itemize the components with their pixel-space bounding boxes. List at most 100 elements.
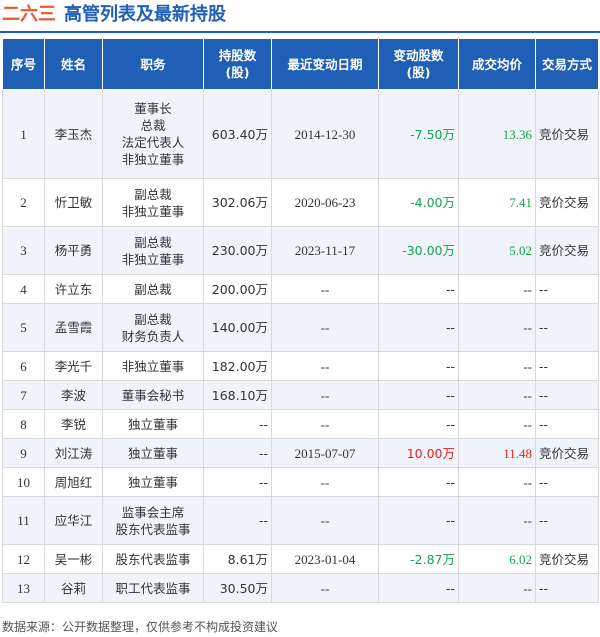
table-row: 4 许立东 副总裁 200.00万 -- -- -- --: [2, 274, 599, 304]
executive-position: 职工代表监事: [102, 573, 204, 603]
column-header: 姓名: [44, 38, 103, 90]
column-header: 变动股数 (股): [378, 38, 459, 90]
executive-position: 董事会秘书: [102, 380, 204, 410]
position-line: 总裁: [140, 118, 166, 133]
position-line: 财务负责人: [121, 328, 185, 344]
trade-mode: --: [535, 303, 599, 352]
position-line: 股东代表监事: [115, 521, 191, 537]
executive-name: 刘江涛: [44, 438, 103, 468]
avg-price: --: [458, 351, 536, 381]
holding-shares: 302.06万: [203, 178, 272, 227]
column-header: 序号: [2, 38, 45, 90]
position-line: 独立董事: [127, 445, 178, 461]
table-row: 11 应华江 监事会主席 股东代表监事 -- -- -- -- --: [2, 496, 599, 545]
executive-name: 李光千: [44, 351, 103, 381]
last-change-date: --: [271, 573, 379, 603]
last-change-date: --: [271, 351, 379, 381]
executive-name: 李锐: [44, 409, 103, 439]
data-source-note: 数据来源：公开数据整理，仅供参考不构成投资建议: [2, 620, 279, 634]
executive-position: 副总裁: [102, 274, 204, 304]
title-divider: [0, 31, 600, 33]
executives-table: 序号 姓名 职务 持股数 (股) 最近变动日期 变动股数 (股) 成交均价 交易方式…: [2, 38, 599, 603]
avg-price: --: [458, 274, 536, 304]
executive-position: 独立董事: [102, 409, 204, 439]
executive-position: 非独立董事: [102, 351, 204, 381]
executive-position: 副总裁 财务负责人: [102, 303, 204, 352]
last-change-date: 2014-12-30: [271, 89, 379, 179]
executive-name: 忻卫敏: [44, 178, 103, 227]
avg-price: --: [458, 496, 536, 545]
avg-price: 7.41: [458, 178, 536, 227]
position-line: 股东代表监事: [115, 551, 191, 567]
trade-mode: --: [535, 573, 599, 603]
executive-name: 许立东: [44, 274, 103, 304]
avg-price: --: [458, 380, 536, 410]
row-index: 5: [2, 303, 45, 352]
row-index: 10: [2, 467, 45, 497]
holding-shares: 168.10万: [203, 380, 272, 410]
row-index: 6: [2, 351, 45, 381]
holding-shares: 182.00万: [203, 351, 272, 381]
executive-position: 副总裁 非独立董事: [102, 226, 204, 275]
holding-shares: 8.61万: [203, 544, 272, 574]
position-line: 非独立董事: [121, 152, 185, 167]
change-shares: --: [378, 380, 459, 410]
executive-name: 周旭红: [44, 467, 103, 497]
page-title: 二六三 高管列表及最新持股: [2, 3, 226, 27]
position-line: 董事会秘书: [121, 387, 185, 403]
position-line: 副总裁: [134, 234, 172, 250]
holding-shares: 603.40万: [203, 89, 272, 179]
executive-name: 谷莉: [44, 573, 103, 603]
trade-mode: --: [535, 467, 599, 497]
column-header: 成交均价: [458, 38, 536, 90]
column-header: 最近变动日期: [271, 38, 379, 90]
last-change-date: --: [271, 409, 379, 439]
row-index: 4: [2, 274, 45, 304]
change-shares: --: [378, 496, 459, 545]
change-shares: 10.00万: [378, 438, 459, 468]
avg-price: 6.02: [458, 544, 536, 574]
avg-price: --: [458, 303, 536, 352]
trade-mode: 竞价交易: [535, 544, 599, 574]
executive-position: 独立董事: [102, 467, 204, 497]
trade-mode: 竞价交易: [535, 89, 599, 179]
table-row: 6 李光千 非独立董事 182.00万 -- -- -- --: [2, 351, 599, 381]
last-change-date: --: [271, 467, 379, 497]
last-change-date: --: [271, 496, 379, 545]
position-line: 监事会主席: [121, 504, 185, 520]
avg-price: --: [458, 409, 536, 439]
holding-shares: --: [203, 438, 272, 468]
executive-name: 吴一彬: [44, 544, 103, 574]
row-index: 8: [2, 409, 45, 439]
column-header: 持股数 (股): [203, 38, 272, 90]
executive-position: 副总裁 非独立董事: [102, 178, 204, 227]
position-line: 副总裁: [134, 186, 172, 202]
executive-name: 李波: [44, 380, 103, 410]
position-line: 职工代表监事: [115, 580, 191, 596]
change-shares: -2.87万: [378, 544, 459, 574]
row-index: 7: [2, 380, 45, 410]
avg-price: 13.36: [458, 89, 536, 179]
last-change-date: 2015-07-07: [271, 438, 379, 468]
table-row: 5 孟雪霞 副总裁 财务负责人 140.00万 -- -- -- --: [2, 303, 599, 352]
row-index: 9: [2, 438, 45, 468]
holding-shares: 200.00万: [203, 274, 272, 304]
executive-position: 董事长 总裁 法定代表人 非独立董事: [102, 89, 204, 179]
change-shares: --: [378, 409, 459, 439]
column-header: 交易方式: [535, 38, 599, 90]
table-row: 9 刘江涛 独立董事 -- 2015-07-07 10.00万 11.48 竞价交易: [2, 438, 599, 468]
position-line: 副总裁: [134, 311, 172, 327]
change-shares: -30.00万: [378, 226, 459, 275]
trade-mode: --: [535, 496, 599, 545]
executive-position: 股东代表监事: [102, 544, 204, 574]
position-line: 独立董事: [127, 474, 178, 490]
position-line: 非独立董事: [121, 358, 185, 374]
change-shares: --: [378, 573, 459, 603]
row-index: 2: [2, 178, 45, 227]
table-row: 10 周旭红 独立董事 -- -- -- -- --: [2, 467, 599, 497]
row-index: 11: [2, 496, 45, 545]
avg-price: --: [458, 573, 536, 603]
executive-position: 独立董事: [102, 438, 204, 468]
last-change-date: 2020-06-23: [271, 178, 379, 227]
change-shares: -4.00万: [378, 178, 459, 227]
